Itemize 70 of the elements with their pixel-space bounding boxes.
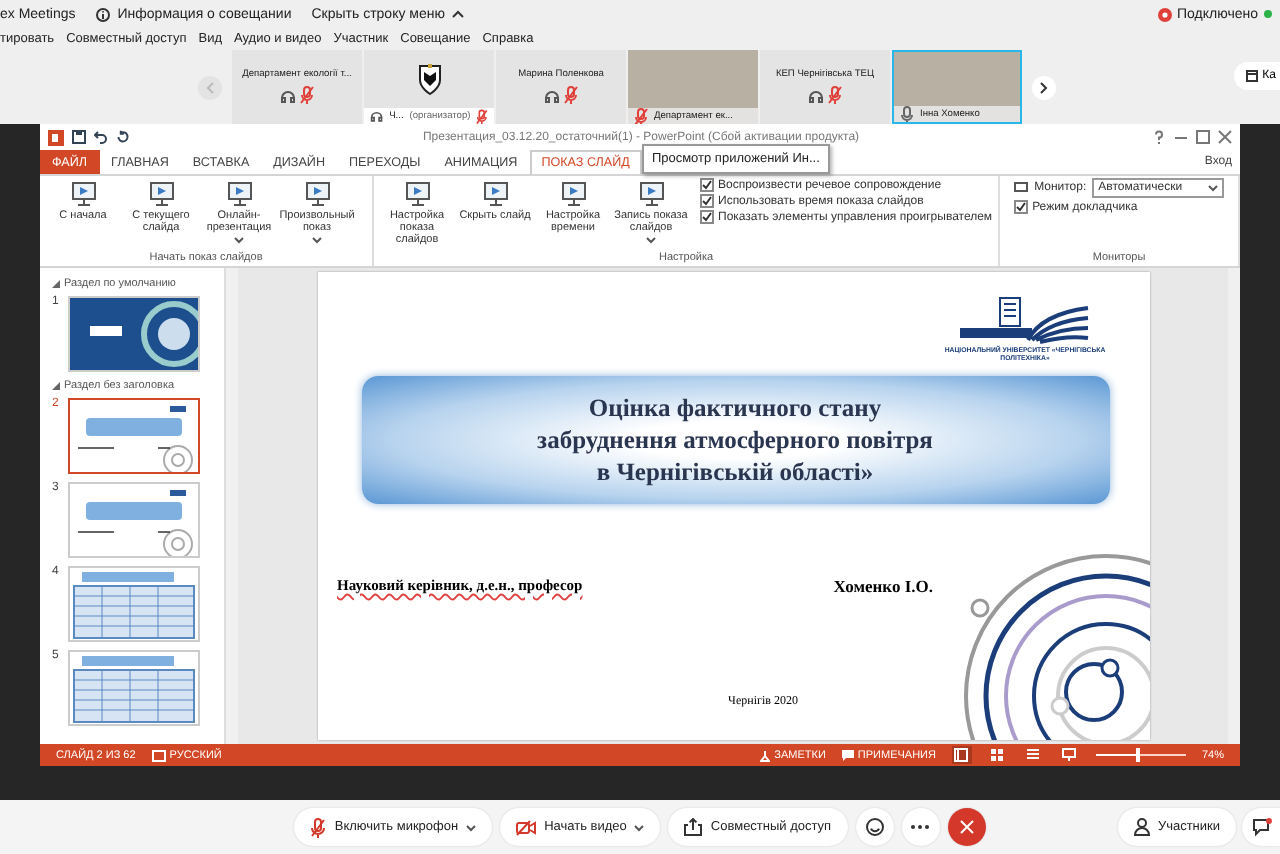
reading-view-icon	[1026, 748, 1041, 762]
checkbox[interactable]	[1014, 200, 1029, 214]
slide-title-line: Оцінка фактичного стану	[588, 391, 882, 424]
slide-title-line: в Чернігівській області»	[596, 456, 874, 489]
muted-mic-icon	[310, 817, 327, 837]
caret-icon	[1208, 184, 1219, 192]
checkbox[interactable]	[700, 178, 714, 192]
slide-thumbnail[interactable]	[68, 398, 200, 474]
close-icon[interactable]	[1218, 130, 1232, 144]
audio-icon	[808, 87, 824, 103]
slideshow-icon	[1062, 748, 1077, 762]
redo-icon[interactable]	[116, 130, 130, 144]
comment-icon	[841, 749, 854, 761]
view-button[interactable]	[1023, 746, 1044, 764]
collapse-icon[interactable]	[52, 382, 60, 390]
slide-thumbnail[interactable]	[68, 296, 200, 372]
scrollbar[interactable]	[224, 268, 238, 744]
chat-icon	[1251, 817, 1271, 837]
more-button[interactable]	[901, 808, 940, 846]
info-icon	[95, 7, 110, 21]
slideshow-icon	[225, 180, 253, 208]
slideshow-icon	[69, 180, 97, 208]
slideshow-icon	[147, 180, 175, 208]
status-dot	[1264, 10, 1272, 18]
chevron-right-icon	[1040, 81, 1048, 93]
reactions-button[interactable]	[855, 808, 894, 846]
undo-icon[interactable]	[94, 130, 108, 144]
help-icon[interactable]	[1152, 130, 1166, 144]
collapse-icon[interactable]	[52, 280, 60, 288]
chat-button[interactable]	[1242, 808, 1280, 846]
audio-icon	[544, 87, 560, 103]
crest-icon	[413, 62, 445, 96]
chevron-left-icon	[206, 81, 214, 93]
slideshow-icon	[481, 180, 509, 208]
slide-thumbnail[interactable]	[68, 566, 200, 642]
close-icon	[959, 820, 974, 834]
leave-button[interactable]	[947, 808, 986, 846]
audio-icon	[280, 87, 296, 103]
audio-icon	[370, 108, 384, 124]
slide-thumbnail[interactable]	[68, 650, 200, 726]
smiley-icon	[865, 818, 884, 836]
monitor-icon	[1014, 182, 1029, 194]
checkbox[interactable]	[700, 210, 714, 224]
video-off-icon	[516, 819, 537, 835]
slideshow-icon	[403, 180, 431, 208]
share-icon	[684, 818, 703, 836]
slideshow-icon	[637, 180, 665, 208]
person-icon	[1133, 818, 1150, 836]
spellcheck-icon	[151, 749, 166, 761]
slideshow-icon	[303, 180, 331, 208]
view-button[interactable]	[1059, 746, 1080, 764]
grid-icon	[990, 748, 1005, 762]
normal-view-icon	[954, 748, 969, 762]
scrollbar[interactable]	[1228, 268, 1240, 744]
calendar-icon	[1246, 70, 1259, 82]
checkbox[interactable]	[700, 194, 714, 208]
chevron-up-icon	[452, 10, 465, 18]
save-icon[interactable]	[72, 130, 86, 144]
view-button[interactable]	[951, 746, 972, 764]
slide-title-line: забруднення атмосферного повітря	[537, 423, 933, 457]
view-button[interactable]	[987, 746, 1008, 764]
notes-icon	[760, 749, 771, 761]
maximize-icon[interactable]	[1196, 130, 1210, 144]
next-button[interactable]	[1032, 75, 1056, 99]
slide-thumbnail[interactable]	[68, 482, 200, 558]
slideshow-icon	[559, 180, 587, 208]
author-name: Хоменко І.О.	[833, 576, 933, 596]
powerpoint-icon	[48, 129, 64, 145]
more-icon	[910, 824, 931, 830]
record-icon	[1157, 7, 1172, 21]
